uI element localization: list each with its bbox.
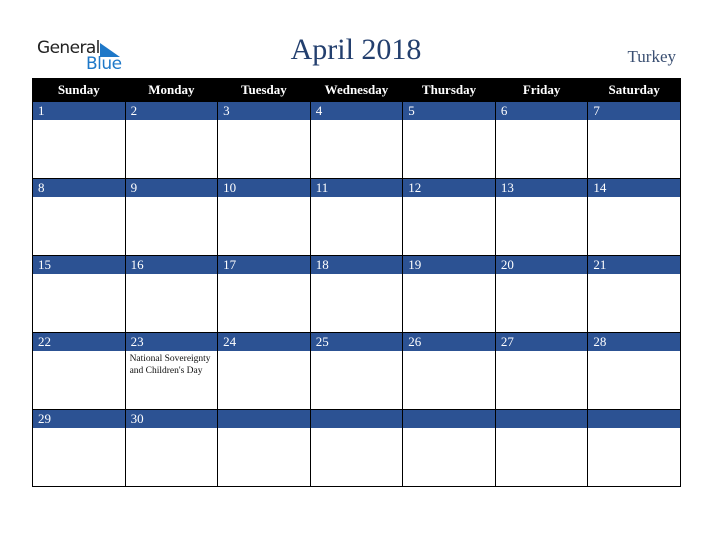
day-number [495,410,588,428]
day-cell[interactable]: 1 [32,101,126,179]
day-cell[interactable]: 18 [309,255,404,333]
day-cell[interactable] [217,409,311,487]
day-number: 12 [403,179,495,197]
weekday-header-row: Sunday Monday Tuesday Wednesday Thursday… [32,78,681,102]
day-number: 10 [218,179,310,197]
weekday-header: Monday [124,78,219,102]
weekday-header: Tuesday [217,78,311,102]
day-cell[interactable]: 12 [402,178,496,256]
day-cell[interactable]: 21 [587,255,681,333]
day-cell[interactable] [402,409,496,487]
day-cell[interactable]: 14 [587,178,681,256]
day-number: 25 [310,333,403,351]
weekday-header: Wednesday [309,78,404,102]
country-label: Turkey [627,47,677,66]
holiday-event: National Sovereignty and Children's Day [129,354,211,376]
day-cell[interactable]: 23 National Sovereignty and Children's Da… [124,332,219,410]
day-number [310,410,403,428]
day-cell[interactable]: 10 [217,178,311,256]
day-number: 30 [125,410,218,428]
day-number: 18 [310,256,403,274]
day-number: 3 [218,102,310,120]
day-cell[interactable]: 13 [494,178,589,256]
day-number: 9 [125,179,218,197]
weekday-header: Sunday [32,78,126,102]
day-number [588,410,680,428]
day-number: 11 [310,179,403,197]
day-number: 16 [125,256,218,274]
day-cell[interactable]: 24 [217,332,311,410]
day-number: 23 [125,333,218,351]
day-number: 26 [403,333,495,351]
day-number [218,410,310,428]
day-cell[interactable]: 16 [124,255,219,333]
day-number: 7 [588,102,680,120]
weekday-header: Friday [494,78,589,102]
day-cell[interactable] [587,409,681,487]
day-cell[interactable]: 25 [309,332,404,410]
day-number: 2 [125,102,218,120]
day-cell[interactable] [494,409,589,487]
day-number: 15 [33,256,125,274]
day-cell[interactable]: 29 [32,409,126,487]
day-number: 5 [403,102,495,120]
day-number: 4 [310,102,403,120]
week-row: 22 23 National Sovereignty and Children's … [32,332,681,410]
day-cell[interactable]: 3 [217,101,311,179]
day-number: 13 [495,179,588,197]
calendar-grid: Sunday Monday Tuesday Wednesday Thursday… [32,78,681,487]
day-cell[interactable]: 19 [402,255,496,333]
day-cell[interactable]: 20 [494,255,589,333]
week-row: 8 9 10 11 12 13 14 [32,178,681,256]
week-row: 1234567 [32,101,681,179]
day-cell[interactable]: 17 [217,255,311,333]
day-cell[interactable]: 4 [309,101,404,179]
day-cell[interactable]: 30 [124,409,219,487]
week-row: 15 16 17 18 19 20 21 [32,255,681,333]
day-number: 6 [495,102,588,120]
day-cell[interactable]: 5 [402,101,496,179]
weekday-header: Thursday [402,78,496,102]
day-number: 19 [403,256,495,274]
day-cell[interactable]: 22 [32,332,126,410]
day-cell[interactable]: 2 [124,101,219,179]
weekday-header: Saturday [587,78,681,102]
day-cell[interactable]: 26 [402,332,496,410]
day-cell[interactable]: 9 [124,178,219,256]
week-row: 29 30 [32,409,681,487]
day-number: 14 [588,179,680,197]
day-number: 20 [495,256,588,274]
day-cell[interactable]: 6 [494,101,589,179]
day-cell[interactable]: 27 [494,332,589,410]
day-cell[interactable]: 11 [309,178,404,256]
calendar-title: April 2018 [290,33,422,66]
day-number: 27 [495,333,588,351]
day-number: 17 [218,256,310,274]
day-cell[interactable] [309,409,404,487]
day-number: 22 [33,333,125,351]
day-number: 1 [33,102,125,120]
day-number: 24 [218,333,310,351]
day-number: 29 [33,410,125,428]
day-cell[interactable]: 15 [32,255,126,333]
day-number: 8 [33,179,125,197]
day-number [403,410,495,428]
day-number: 28 [588,333,680,351]
day-cell[interactable]: 7 [587,101,681,179]
day-cell[interactable]: 8 [32,178,126,256]
day-number: 21 [588,256,680,274]
day-cell[interactable]: 28 [587,332,681,410]
